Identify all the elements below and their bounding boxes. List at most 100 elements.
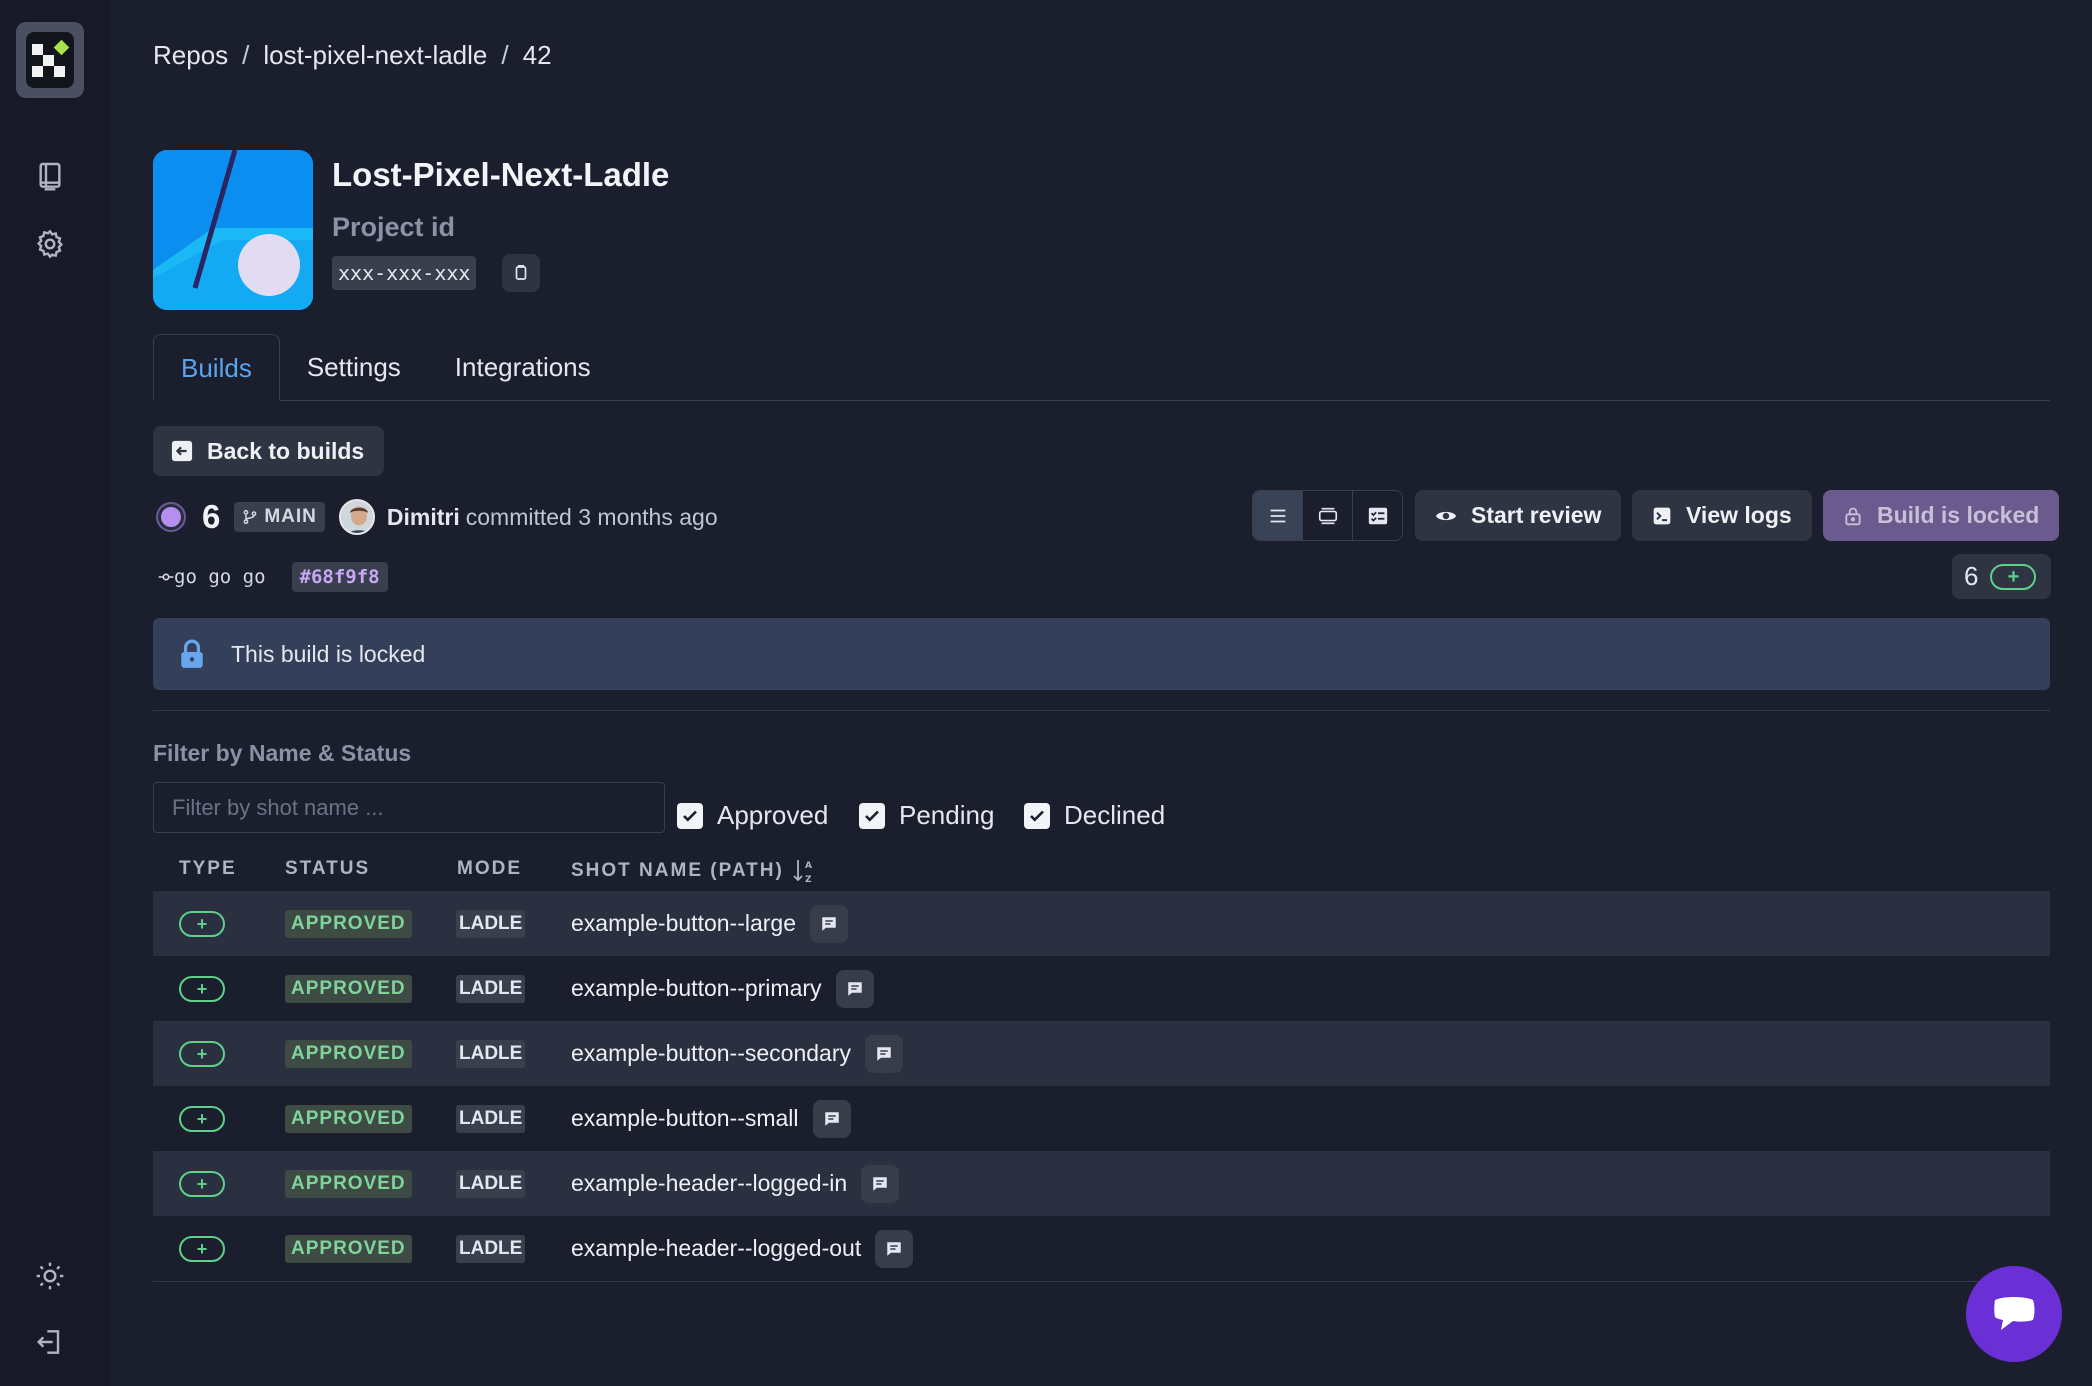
declined-checkbox[interactable]: Declined <box>1024 800 1165 831</box>
pending-checkbox-label: Pending <box>899 800 995 830</box>
commit-info: go go go #68f9f8 <box>158 562 388 592</box>
svg-text:A: A <box>805 861 814 871</box>
breadcrumb-repos[interactable]: Repos <box>153 40 228 71</box>
plus-icon: + <box>1990 563 2037 590</box>
comment-button[interactable] <box>812 1099 851 1138</box>
shot-name-cell: example-button--secondary <box>571 1021 903 1086</box>
status-badge: APPROVED <box>285 1235 412 1263</box>
logout-icon[interactable] <box>34 1326 66 1358</box>
breadcrumb-repo[interactable]: lost-pixel-next-ladle <box>263 40 487 71</box>
chat-icon <box>1994 1297 2035 1330</box>
card-view-button[interactable] <box>1303 491 1353 540</box>
tab-settings[interactable]: Settings <box>280 334 428 401</box>
gear-icon[interactable] <box>34 228 66 260</box>
shot-name[interactable]: example-header--logged-in <box>571 1170 847 1197</box>
table-row[interactable]: + APPROVED LADLE example-button--primary <box>153 956 2050 1021</box>
project-id-label: Project id <box>332 212 456 242</box>
filter-input[interactable] <box>153 782 665 833</box>
copy-button[interactable] <box>502 254 540 292</box>
shot-name[interactable]: example-button--secondary <box>571 1040 851 1067</box>
checklist-icon <box>1368 507 1387 524</box>
comment-icon <box>847 981 862 996</box>
build-locked-label: Build is locked <box>1877 502 2040 528</box>
approved-checkbox[interactable]: Approved <box>677 800 828 831</box>
view-logs-button[interactable]: View logs <box>1632 490 1812 541</box>
book-icon[interactable] <box>34 160 66 192</box>
shot-name-cell: example-button--large <box>571 891 849 956</box>
breadcrumb-separator: / <box>242 40 250 70</box>
comment-icon <box>873 1176 887 1191</box>
project-avatar <box>153 150 313 310</box>
shot-name[interactable]: example-header--logged-out <box>571 1235 861 1262</box>
comment-icon <box>824 1111 839 1126</box>
shot-name[interactable]: example-button--large <box>571 910 796 937</box>
start-review-button[interactable]: Start review <box>1415 490 1622 541</box>
mode-badge: LADLE <box>456 975 526 1003</box>
lock-icon <box>181 639 203 668</box>
table-row[interactable]: + APPROVED LADLE example-header--logged-… <box>153 1151 2050 1216</box>
shot-name-cell: example-button--primary <box>571 956 874 1021</box>
avatar <box>338 499 375 535</box>
list-view-button[interactable] <box>1253 491 1303 540</box>
checklist-view-button[interactable] <box>1353 491 1402 540</box>
checkmark-icon <box>865 810 879 822</box>
start-review-label: Start review <box>1471 502 1602 528</box>
comment-button[interactable] <box>861 1164 900 1203</box>
table-row[interactable]: + APPROVED LADLE example-header--logged-… <box>153 1216 2050 1281</box>
breadcrumb-separator: / <box>501 40 509 70</box>
comment-button[interactable] <box>864 1034 903 1073</box>
copy-icon <box>515 265 527 280</box>
filter-label: Filter by Name & Status <box>153 740 412 766</box>
eye-icon <box>1435 511 1457 520</box>
commit-icon <box>158 573 174 581</box>
comment-button[interactable] <box>835 969 874 1008</box>
committed-time: committed 3 months ago <box>465 503 718 530</box>
status-badge: APPROVED <box>285 910 412 938</box>
commit-message: go go go <box>174 566 266 588</box>
type-added-badge: + <box>179 1106 225 1132</box>
sort-icon: AZ <box>793 860 814 884</box>
table-row[interactable]: + APPROVED LADLE example-button--large <box>153 891 2050 956</box>
checkbox-checked[interactable] <box>677 802 703 829</box>
terminal-icon <box>1653 507 1671 524</box>
comment-button[interactable] <box>810 904 849 943</box>
committer-name[interactable]: Dimitri <box>387 504 460 531</box>
checkmark-icon <box>1030 810 1044 822</box>
checkbox-checked[interactable] <box>859 802 885 829</box>
locked-banner: This build is locked <box>153 618 2050 690</box>
branch-name: MAIN <box>264 506 317 527</box>
sun-icon[interactable] <box>34 1260 66 1292</box>
tab-bar: Builds Settings Integrations <box>153 334 2050 401</box>
tab-builds[interactable]: Builds <box>153 334 280 401</box>
chat-button[interactable] <box>1966 1266 2062 1362</box>
lock-icon <box>1845 507 1861 525</box>
added-count: 6 <box>1964 561 1979 591</box>
commit-hash[interactable]: #68f9f8 <box>291 562 388 592</box>
checkbox-checked[interactable] <box>1024 802 1050 829</box>
column-header-shot-name[interactable]: SHOT NAME (PATH) AZ <box>571 858 816 884</box>
view-mode-toggle <box>1252 490 1403 541</box>
table-row[interactable]: + APPROVED LADLE example-button--small <box>153 1086 2050 1151</box>
declined-checkbox-label: Declined <box>1064 800 1166 830</box>
breadcrumb: Repos / lost-pixel-next-ladle / 42 <box>153 40 552 71</box>
view-logs-label: View logs <box>1686 502 1792 528</box>
table-row[interactable]: + APPROVED LADLE example-button--seconda… <box>153 1021 2050 1086</box>
mode-badge: LADLE <box>456 1105 526 1133</box>
svg-text:Z: Z <box>805 875 814 884</box>
status-badge: APPROVED <box>285 975 412 1003</box>
app-logo[interactable] <box>16 22 84 98</box>
tab-integrations[interactable]: Integrations <box>428 334 618 401</box>
shot-name[interactable]: example-button--primary <box>571 975 822 1002</box>
build-locked-button[interactable]: Build is locked <box>1823 490 2060 541</box>
shot-name-cell: example-header--logged-out <box>571 1216 914 1281</box>
back-to-builds-label: Back to builds <box>207 437 365 464</box>
sidebar <box>0 0 110 1386</box>
arrow-left-icon <box>171 440 193 462</box>
shot-name[interactable]: example-button--small <box>571 1105 799 1132</box>
pending-checkbox[interactable]: Pending <box>859 800 994 831</box>
back-to-builds-button[interactable]: Back to builds <box>153 426 385 476</box>
build-info: 6 MAIN Dimitri committed 3 months ago <box>158 496 718 538</box>
comment-button[interactable] <box>875 1229 914 1268</box>
project-title: Lost-Pixel-Next-Ladle <box>332 156 670 193</box>
shot-name-cell: example-header--logged-in <box>571 1151 900 1216</box>
